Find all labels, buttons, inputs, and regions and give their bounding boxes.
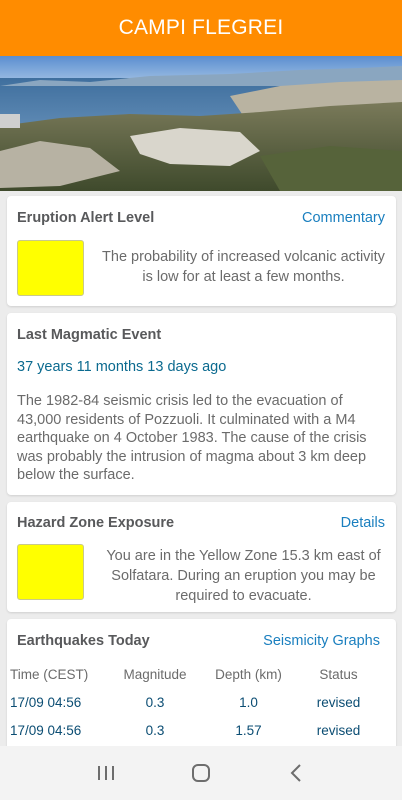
recent-apps-button[interactable] [76, 753, 136, 793]
quake-time: 17/09 04:56 [10, 694, 82, 710]
magmatic-card-title: Last Magmatic Event [17, 327, 162, 343]
recent-apps-icon [97, 766, 114, 780]
earthquakes-table: Time (CEST) Magnitude Depth (km) Status … [10, 660, 380, 744]
hazard-description: You are in the Yellow Zone 15.3 km east … [106, 548, 381, 604]
elapsed-time: 37 years 11 months 13 days ago [17, 359, 227, 375]
app-title: CAMPI FLEGREI [118, 16, 284, 39]
quake-magnitude: 0.3 [145, 694, 165, 710]
home-icon [191, 764, 210, 782]
column-header: Depth (km) [215, 666, 282, 682]
column-header: Time (CEST) [10, 666, 89, 682]
quake-depth: 1.57 [235, 722, 262, 738]
seismicity-graphs-link[interactable]: Seismicity Graphs [263, 633, 380, 649]
details-link[interactable]: Details [341, 515, 385, 531]
hero-photo [0, 56, 402, 191]
hazard-card-title: Hazard Zone Exposure [17, 515, 175, 531]
quake-magnitude: 0.3 [145, 722, 165, 738]
magmatic-card: Last Magmatic Event 37 years 11 months 1… [7, 313, 396, 495]
column-header: Status [319, 666, 358, 682]
quake-status: revised [316, 722, 361, 738]
hazard-card: Hazard Zone Exposure Details You are in … [7, 502, 396, 612]
table-row[interactable]: 17/09 04:56 0.3 1.57 revised [10, 716, 380, 744]
table-row[interactable]: 17/09 04:56 0.3 1.0 revised [10, 688, 380, 716]
alert-card: Eruption Alert Level Commentary The prob… [7, 196, 396, 306]
quake-depth: 1.0 [239, 694, 258, 710]
magmatic-description: The 1982-84 seismic crisis led to the ev… [17, 393, 367, 483]
app-bar: CAMPI FLEGREI [0, 0, 402, 56]
hazard-zone-indicator [17, 544, 84, 600]
alert-card-title: Eruption Alert Level [17, 210, 155, 226]
back-icon [290, 764, 302, 782]
earthquakes-card-title: Earthquakes Today [17, 633, 150, 649]
home-button[interactable] [171, 753, 231, 793]
quake-time: 17/09 04:56 [10, 722, 82, 738]
column-header: Magnitude [123, 666, 187, 682]
commentary-link[interactable]: Commentary [302, 210, 385, 226]
table-header-row: Time (CEST) Magnitude Depth (km) Status [10, 660, 380, 688]
system-nav-bar [0, 746, 402, 800]
back-button[interactable] [266, 753, 326, 793]
quake-status: revised [316, 694, 361, 710]
alert-description: The probability of increased volcanic ac… [102, 249, 385, 285]
alert-level-indicator [17, 240, 84, 296]
